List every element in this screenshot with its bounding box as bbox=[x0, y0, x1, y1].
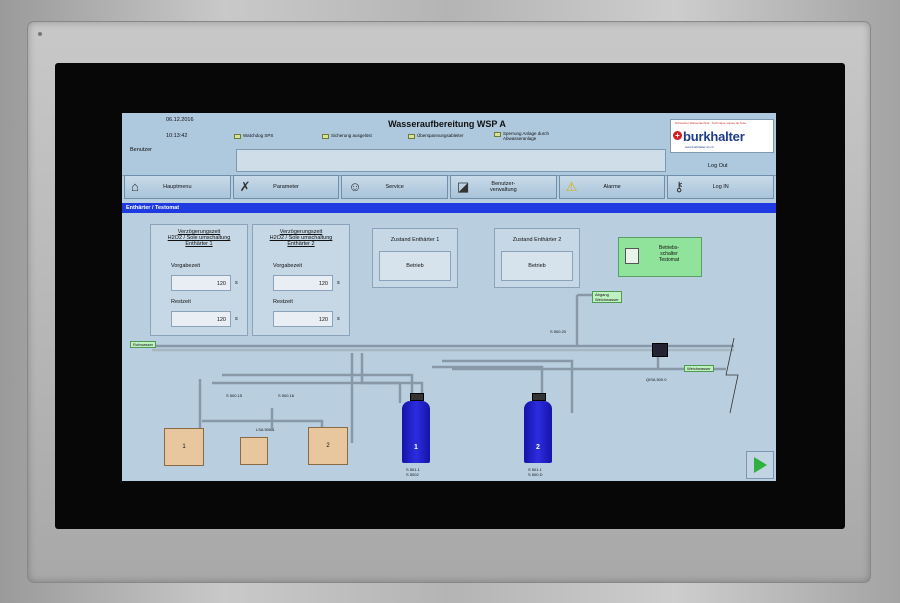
tank-2: 2 bbox=[308, 427, 348, 465]
vessel-1-tags: S 501.1 S 5002 bbox=[406, 467, 420, 477]
valve-head-icon bbox=[532, 393, 546, 401]
process-diagram bbox=[152, 293, 739, 443]
tank-small bbox=[240, 437, 268, 465]
sensor-s50020-label: S 500.20 bbox=[550, 329, 567, 334]
vessel-2-tags: S 501.1 S 500.D bbox=[528, 467, 543, 477]
bezel-screw bbox=[38, 32, 42, 36]
arrow-right-icon bbox=[754, 457, 767, 473]
sensor-s50015-label: S 500.15 bbox=[226, 393, 243, 398]
sensor-s50016-label: S 500.16 bbox=[278, 393, 295, 398]
vessel-number: 2 bbox=[536, 444, 540, 451]
abgang-weichwasser-tag: Abgang Weichwasser bbox=[592, 291, 622, 303]
softener-vessel-1: 1 bbox=[402, 401, 430, 463]
vessel-number: 1 bbox=[414, 444, 418, 451]
tank-1: 1 bbox=[164, 428, 204, 466]
lsa5001-label: LSA 500.1 bbox=[256, 427, 275, 432]
qisa-label: QISA 500.0 bbox=[646, 377, 667, 382]
rohwasser-tag: Rohwasser bbox=[130, 341, 157, 348]
softener-vessel-2: 2 bbox=[524, 401, 552, 463]
hmi-screen: 06.12.2016 10:13:42 Benutzer Wasseraufbe… bbox=[122, 113, 776, 481]
analyzer-icon bbox=[652, 343, 668, 357]
weichwasser-tag: Weichwasser bbox=[684, 365, 714, 372]
next-page-button[interactable] bbox=[746, 451, 774, 479]
valve-head-icon bbox=[410, 393, 424, 401]
